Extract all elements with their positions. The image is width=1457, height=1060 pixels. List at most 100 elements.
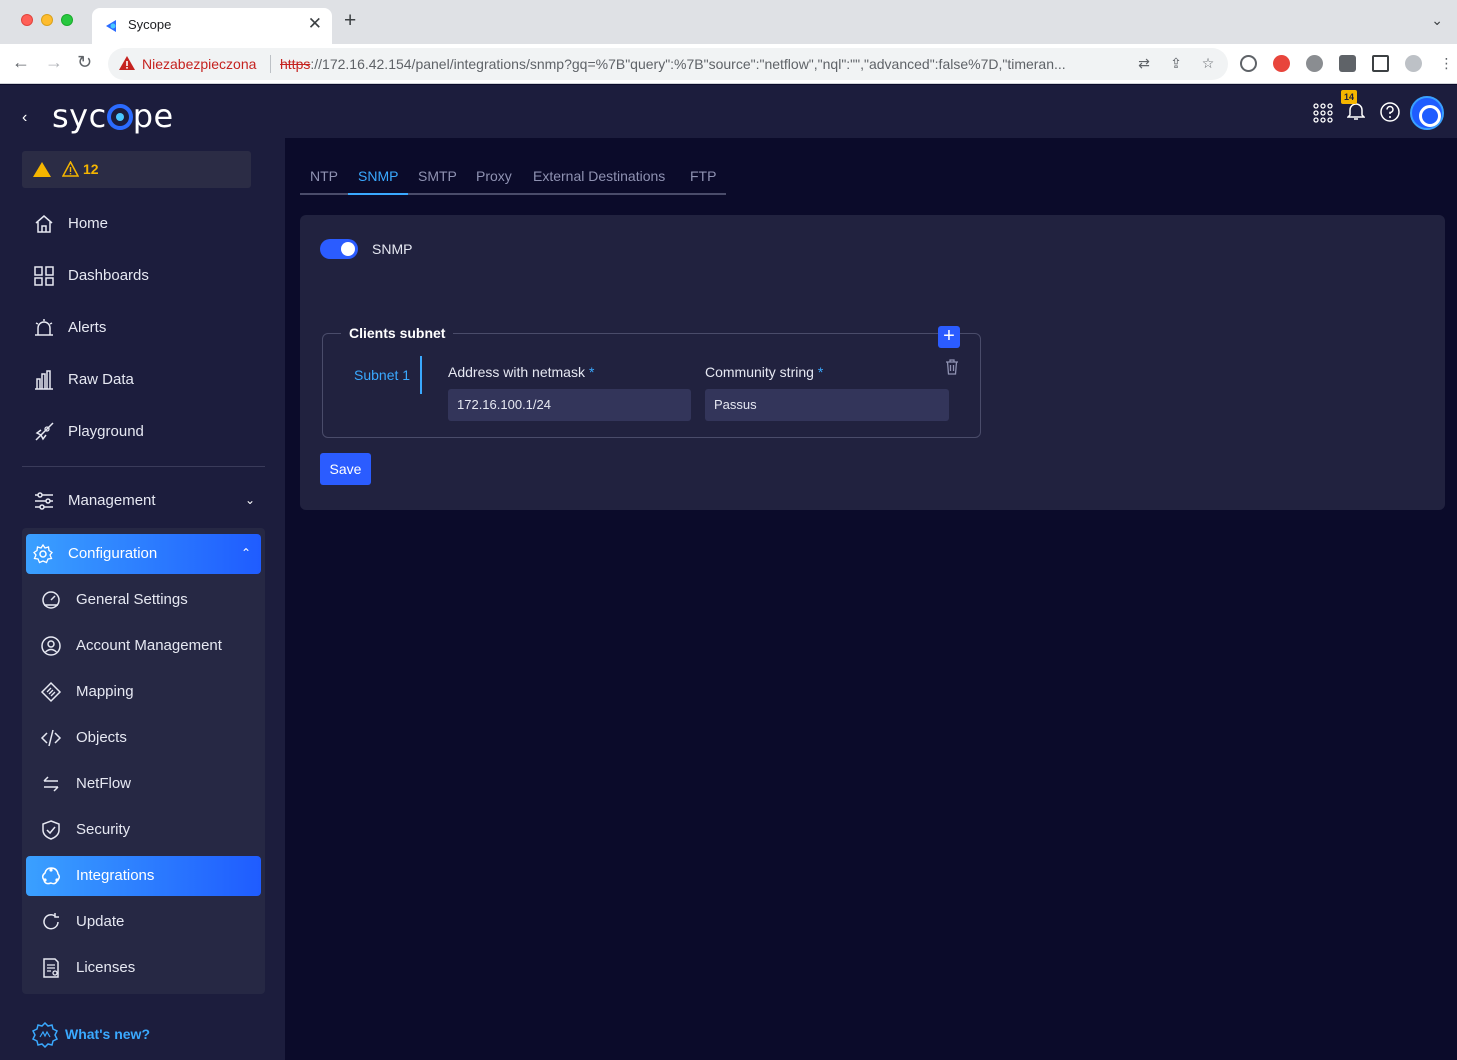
sidebar-item-label: Security <box>76 821 131 838</box>
window-close-button[interactable] <box>21 14 33 26</box>
nav-label: Playground <box>68 423 144 440</box>
nav-label: Dashboards <box>68 267 149 284</box>
netflow-arrows-icon <box>43 776 59 792</box>
bell-icon[interactable] <box>1347 101 1365 121</box>
address-field-label: Address with netmask * <box>448 364 594 380</box>
extension-globe-icon[interactable] <box>1306 55 1323 72</box>
sidebar-item-netflow[interactable]: NetFlow <box>26 764 261 804</box>
address-bar[interactable]: Niezabezpieczona https://172.16.42.154/p… <box>108 48 1228 80</box>
community-field-label: Community string * <box>705 364 823 380</box>
warning-icon <box>119 56 135 70</box>
nav-item-management[interactable]: Management ⌄ <box>22 481 265 521</box>
extension-record-icon[interactable] <box>1273 55 1290 72</box>
apps-grid-icon[interactable] <box>1313 103 1333 123</box>
browser-toolbar: ← → ↻ Niezabezpieczona https://172.16.42… <box>0 44 1457 84</box>
address-separator <box>270 55 271 73</box>
sidebar-item-account-management[interactable]: Account Management <box>26 626 261 666</box>
tab-ftp[interactable]: FTP <box>690 168 716 184</box>
sidebar-item-label: Mapping <box>76 683 134 700</box>
logo-mark-icon <box>106 104 133 130</box>
new-tab-button[interactable]: + <box>344 9 356 33</box>
community-string-input[interactable]: Passus <box>705 389 949 421</box>
tab-proxy[interactable]: Proxy <box>476 168 512 184</box>
configuration-group: Configuration ⌃ General Settings Account… <box>22 528 265 994</box>
clients-subnet-title: Clients subnet <box>341 325 454 341</box>
alert-summary[interactable]: 12 <box>22 151 251 188</box>
sidebar-item-general-settings[interactable]: General Settings <box>26 580 261 620</box>
account-management-icon <box>41 636 61 656</box>
sidebar-item-licenses[interactable]: Licenses <box>26 948 261 988</box>
sycope-logo[interactable]: syc pe <box>52 97 174 135</box>
window-minimize-button[interactable] <box>41 14 53 26</box>
tab-snmp[interactable]: SNMP <box>358 168 398 184</box>
snmp-enable-toggle[interactable] <box>320 239 358 259</box>
url-scheme: https <box>280 56 311 72</box>
sidebar-item-label: Licenses <box>76 959 136 976</box>
save-button[interactable]: Save <box>320 453 371 485</box>
nav-item-configuration[interactable]: Configuration ⌃ <box>26 534 261 574</box>
bookmark-star-icon[interactable]: ☆ <box>1200 55 1216 71</box>
extensions-puzzle-icon[interactable] <box>1339 55 1356 72</box>
nav-label: Management <box>68 492 156 509</box>
tab-ntp[interactable]: NTP <box>310 168 338 184</box>
sidebar-item-security[interactable]: Security <box>26 810 261 850</box>
sidebar-item-label: NetFlow <box>76 775 132 792</box>
tab-smtp[interactable]: SMTP <box>418 168 457 184</box>
translate-icon[interactable]: ⇄ <box>1136 55 1152 71</box>
update-refresh-icon <box>43 913 59 930</box>
logo-text-right: pe <box>132 97 174 135</box>
nav-label: Alerts <box>68 319 107 336</box>
not-secure-label[interactable]: Niezabezpieczona <box>142 56 256 72</box>
mapping-icon <box>40 681 62 703</box>
integrations-icon <box>41 867 61 885</box>
browser-menu-icon[interactable]: ⋮ <box>1438 55 1455 72</box>
sidebar-item-label: Update <box>76 913 125 930</box>
tab-external-destinations[interactable]: External Destinations <box>533 168 665 184</box>
required-marker: * <box>588 364 595 380</box>
share-icon[interactable]: ⇪ <box>1168 55 1184 71</box>
notification-count-badge: 14 <box>1341 90 1357 104</box>
browser-tab[interactable]: Sycope ✕ <box>92 8 332 44</box>
snmp-toggle-label: SNMP <box>372 241 413 257</box>
sidebar-item-label: Integrations <box>76 867 155 884</box>
nav-item-raw-data[interactable]: Raw Data <box>22 360 265 400</box>
general-settings-icon <box>42 591 60 609</box>
sidebar-item-mapping[interactable]: Mapping <box>26 672 261 712</box>
sidebar-item-label: Account Management <box>76 637 222 654</box>
alert-count: 12 <box>83 161 99 177</box>
help-icon[interactable] <box>1380 102 1400 122</box>
window-zoom-button[interactable] <box>61 14 73 26</box>
clients-subnet-fieldset: Clients subnet + Subnet 1 Address with n… <box>322 325 981 438</box>
sidebar-item-update[interactable]: Update <box>26 902 261 942</box>
user-avatar[interactable] <box>1410 96 1444 130</box>
active-tab-indicator <box>348 193 408 195</box>
reload-icon[interactable]: ↻ <box>77 52 92 73</box>
sidebar-item-objects[interactable]: Objects <box>26 718 261 758</box>
browser-tabbar: Sycope ✕ + ⌄ <box>0 0 1457 44</box>
nav-item-dashboards[interactable]: Dashboards <box>22 256 265 296</box>
whats-new-link[interactable]: What's new? <box>31 1021 150 1053</box>
sidebar-item-label: Objects <box>76 729 127 746</box>
close-tab-icon[interactable]: ✕ <box>308 14 322 34</box>
chevron-up-icon: ⌃ <box>240 546 251 560</box>
dashboards-icon <box>34 266 54 286</box>
nav-item-home[interactable]: Home <box>22 204 265 244</box>
profile-icon[interactable] <box>1405 55 1422 72</box>
add-subnet-button[interactable]: + <box>938 326 960 348</box>
subnet-tab-1[interactable]: Subnet 1 <box>354 367 410 383</box>
sidebar-item-integrations[interactable]: Integrations <box>26 856 261 896</box>
back-icon[interactable]: ← <box>12 52 30 73</box>
address-netmask-input[interactable]: 172.16.100.1/24 <box>448 389 691 421</box>
sidebar: ‹ syc pe 12 Home Dashboards Alerts Raw Da… <box>0 85 285 1060</box>
url-text[interactable]: https://172.16.42.154/panel/integrations… <box>280 56 1130 72</box>
nav-item-alerts[interactable]: Alerts <box>22 308 265 348</box>
trash-icon[interactable] <box>945 359 959 375</box>
chevron-down-icon: ⌄ <box>244 493 255 507</box>
nav-item-playground[interactable]: Playground <box>22 412 265 452</box>
extension-recycle-icon[interactable] <box>1240 55 1257 72</box>
collapse-sidebar-icon[interactable]: ‹ <box>22 109 27 127</box>
forward-icon[interactable]: → <box>45 52 63 73</box>
nav-divider <box>22 466 265 467</box>
tab-list-chevron-icon[interactable]: ⌄ <box>1431 12 1443 29</box>
side-panel-icon[interactable] <box>1372 55 1389 72</box>
